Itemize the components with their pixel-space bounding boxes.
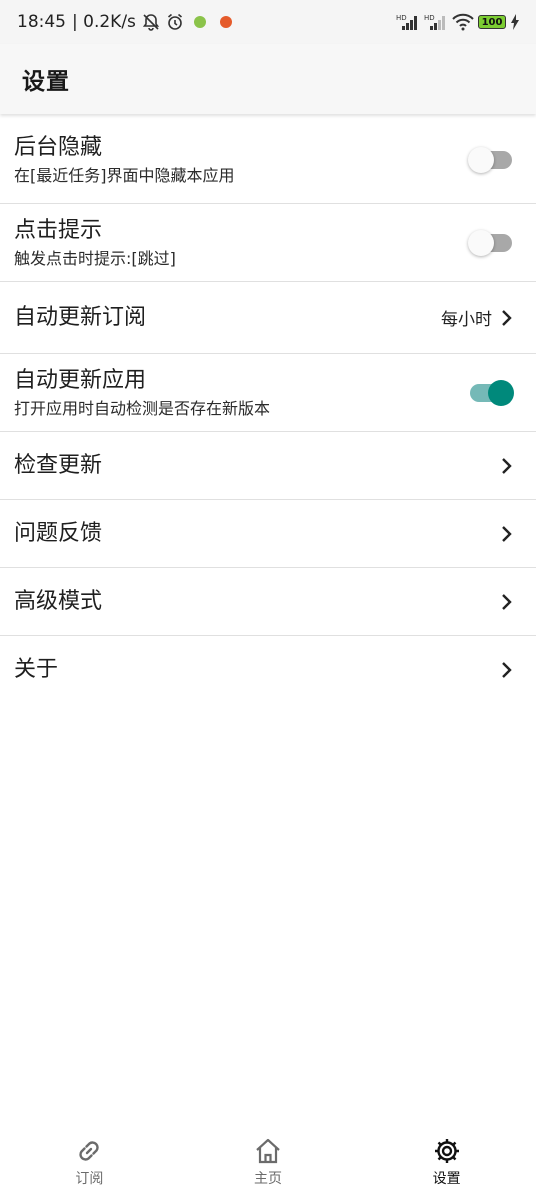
nav-label: 主页 [253, 1171, 282, 1187]
setting-label: 点击提示 [14, 217, 103, 243]
setting-text: 点击提示 触发点击时提示:[跳过] [14, 216, 176, 270]
bottom-nav: 订阅 主页 设置 [0, 1124, 536, 1200]
chevron-right-icon [502, 662, 512, 678]
setting-about[interactable]: 关于 [0, 636, 536, 704]
setting-text: 后台隐藏 在[最近任务]界面中隐藏本应用 [14, 133, 235, 187]
settings-list: 后台隐藏 在[最近任务]界面中隐藏本应用 点击提示 触发点击时提示:[跳过] 自… [0, 116, 536, 704]
setting-trail: 每小时 [441, 305, 514, 330]
signal-icon-2: HD [424, 13, 448, 31]
setting-label: 关于 [14, 657, 59, 682]
setting-text: 检查更新 [14, 451, 102, 481]
setting-feedback[interactable]: 问题反馈 [0, 500, 536, 568]
setting-description: 触发点击时提示:[跳过] [14, 248, 176, 268]
click-tip-toggle[interactable] [468, 229, 514, 256]
nav-settings[interactable]: 设置 [387, 1136, 507, 1188]
setting-trail [500, 525, 514, 543]
setting-click-tip[interactable]: 点击提示 触发点击时提示:[跳过] [0, 204, 536, 282]
toggle-thumb [488, 379, 514, 406]
setting-label: 高级模式 [14, 588, 103, 614]
status-right: HD HD 100 [396, 13, 520, 31]
setting-label: 自动更新应用 [14, 367, 147, 393]
hide-background-toggle[interactable] [468, 146, 514, 173]
setting-description: 打开应用时自动检测是否存在新版本 [14, 398, 271, 418]
toggle-thumb [468, 146, 494, 173]
update-interval-value: 每小时 [441, 310, 492, 330]
link-icon [79, 1141, 100, 1161]
app-notification-green-icon [193, 16, 206, 28]
setting-advanced-mode[interactable]: 高级模式 [0, 568, 536, 636]
battery-icon: 100 [478, 15, 506, 29]
page-title: 设置 [22, 69, 70, 95]
svg-text:HD: HD [396, 14, 407, 22]
status-left: 18:45 | 0.2K/s [17, 12, 232, 32]
setting-trail [500, 457, 514, 475]
setting-text: 关于 [14, 655, 58, 685]
setting-label: 检查更新 [14, 452, 103, 478]
nav-label: 订阅 [75, 1171, 104, 1187]
setting-label: 问题反馈 [14, 520, 103, 546]
setting-trail [468, 229, 514, 256]
chevron-right-icon [502, 593, 512, 610]
alarm-icon [166, 13, 184, 31]
status-time: 18:45 [17, 12, 66, 32]
setting-auto-update-subs[interactable]: 自动更新订阅 每小时 [0, 282, 536, 354]
setting-text: 自动更新应用 打开应用时自动检测是否存在新版本 [14, 366, 270, 420]
home-icon [256, 1138, 280, 1164]
net-speed: | 0.2K/s [72, 12, 136, 32]
setting-text: 高级模式 [14, 587, 102, 617]
gear-icon [434, 1139, 459, 1163]
charging-icon [510, 14, 520, 30]
auto-update-app-toggle[interactable] [468, 379, 514, 406]
toggle-thumb [468, 229, 494, 256]
setting-label: 后台隐藏 [14, 134, 103, 160]
wifi-icon [452, 13, 474, 31]
chevron-right-icon [502, 525, 512, 542]
nav-home[interactable]: 主页 [208, 1136, 328, 1188]
signal-icon: HD [396, 13, 420, 31]
silent-bell-icon [142, 13, 160, 31]
app-notification-orange-icon [219, 16, 232, 28]
setting-label: 自动更新订阅 [14, 304, 147, 330]
nav-label: 设置 [432, 1171, 461, 1187]
svg-text:HD: HD [424, 14, 435, 22]
setting-hide-background[interactable]: 后台隐藏 在[最近任务]界面中隐藏本应用 [0, 116, 536, 204]
setting-trail [500, 593, 514, 611]
chevron-right-icon [502, 309, 512, 326]
setting-trail [468, 146, 514, 173]
chevron-right-icon [502, 457, 512, 474]
setting-text: 问题反馈 [14, 519, 102, 549]
setting-auto-update-app[interactable]: 自动更新应用 打开应用时自动检测是否存在新版本 [0, 354, 536, 432]
setting-trail [468, 379, 514, 406]
status-bar: 18:45 | 0.2K/s HD HD 100 [0, 0, 536, 44]
app-bar: 设置 [0, 44, 536, 114]
setting-check-update[interactable]: 检查更新 [0, 432, 536, 500]
setting-trail [500, 661, 514, 679]
setting-description: 在[最近任务]界面中隐藏本应用 [14, 165, 235, 185]
nav-subscriptions[interactable]: 订阅 [29, 1136, 149, 1188]
setting-text: 自动更新订阅 [14, 303, 146, 333]
